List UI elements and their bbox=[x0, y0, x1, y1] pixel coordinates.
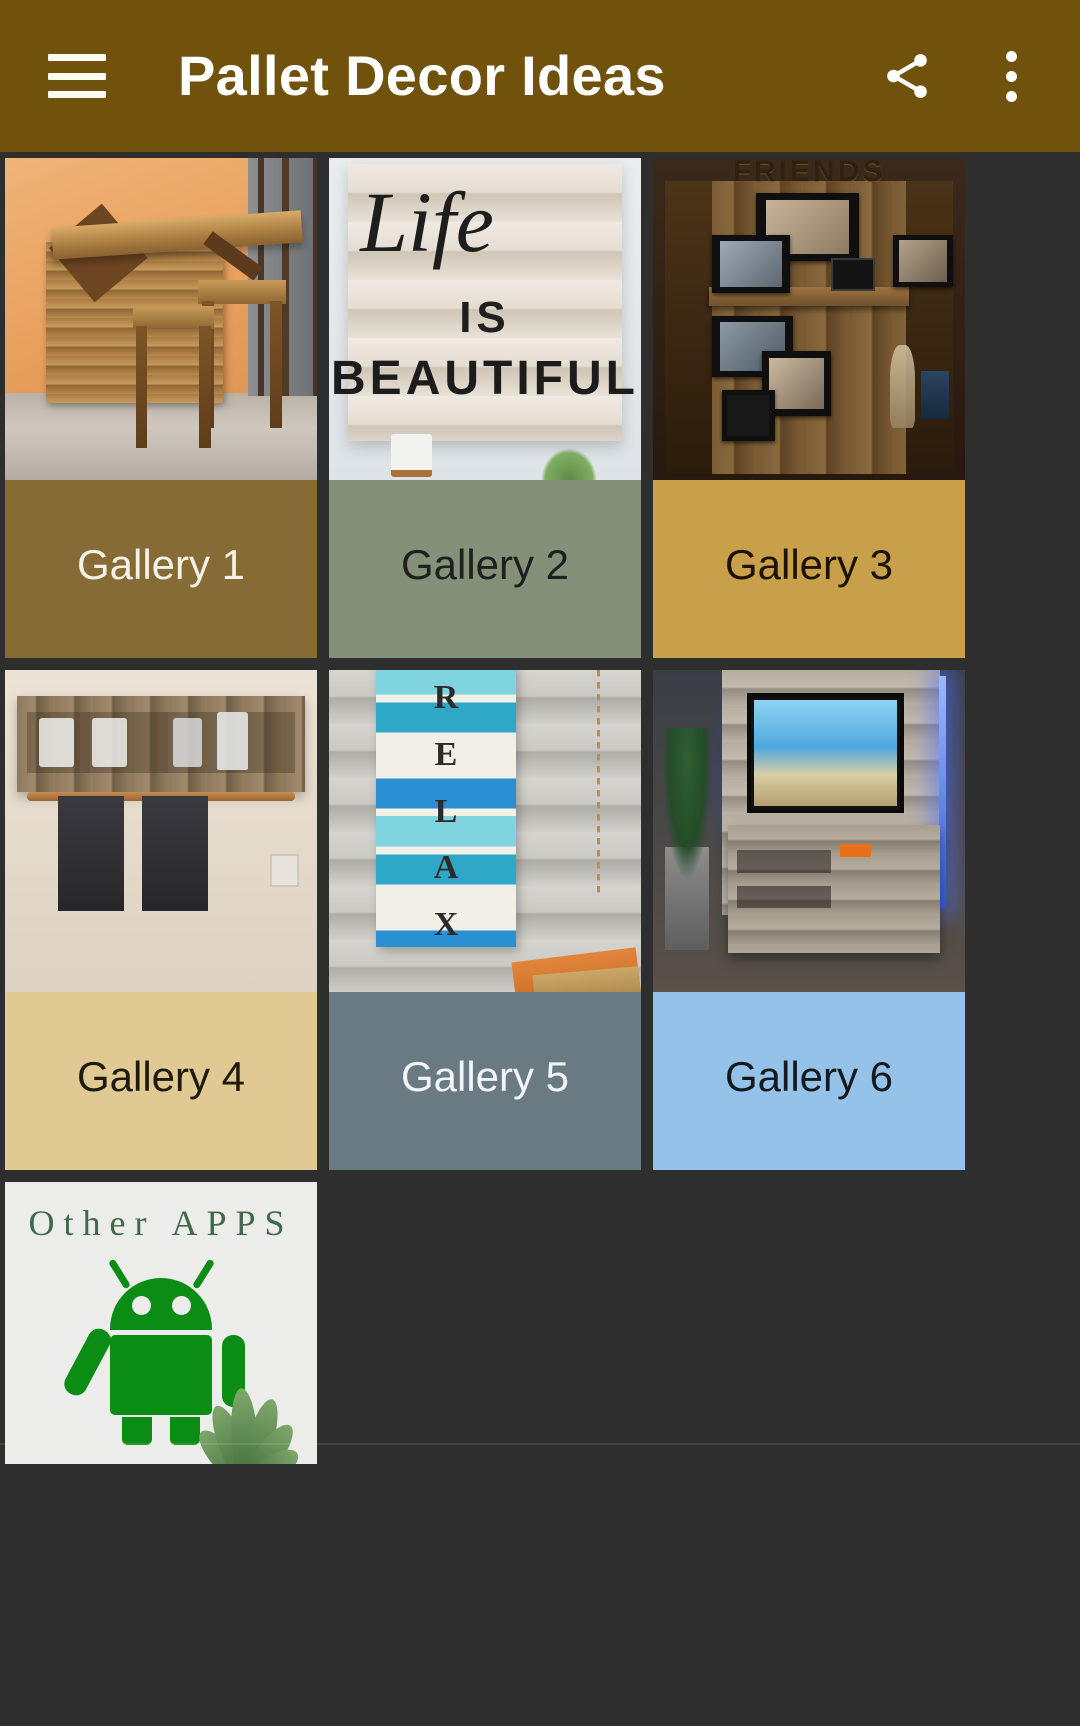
gallery-thumbnail-1 bbox=[5, 158, 317, 480]
relax-letter-e: E bbox=[434, 736, 458, 773]
relax-letter-a: A bbox=[433, 849, 459, 887]
hamburger-line-3 bbox=[48, 91, 106, 98]
gallery-caption-4: Gallery 4 bbox=[5, 992, 317, 1170]
relax-letter-x: X bbox=[433, 906, 459, 944]
gallery-caption-2: Gallery 2 bbox=[329, 480, 641, 658]
sign-text-is: IS bbox=[459, 293, 511, 343]
hamburger-line-1 bbox=[48, 54, 106, 61]
gallery-thumbnail-2: Life IS BEAUTIFUL bbox=[329, 158, 641, 480]
overflow-dot-2 bbox=[1005, 70, 1017, 82]
relax-letter-r: R bbox=[433, 679, 459, 717]
hamburger-menu-icon[interactable] bbox=[48, 54, 106, 98]
sign-text-beautiful: BEAUTIFUL bbox=[331, 352, 639, 406]
share-icon[interactable] bbox=[868, 37, 946, 115]
gallery-caption-6: Gallery 6 bbox=[653, 992, 965, 1170]
app-bar-actions bbox=[868, 37, 1050, 115]
content-bottom-divider bbox=[0, 1443, 1080, 1445]
gallery-grid: Gallery 1 Life IS BEAUTIFUL Gallery 2 FR… bbox=[0, 152, 1080, 1464]
other-apps-tile[interactable]: Other APPS bbox=[5, 1182, 317, 1464]
gallery-tile-4[interactable]: Gallery 4 bbox=[5, 670, 317, 1170]
more-vertical-icon[interactable] bbox=[972, 37, 1050, 115]
gallery-tile-3[interactable]: FRIENDS Gallery 3 bbox=[653, 158, 965, 658]
gallery-thumbnail-5: R E L A X bbox=[329, 670, 641, 992]
gallery-tile-1[interactable]: Gallery 1 bbox=[5, 158, 317, 658]
gallery-caption-3: Gallery 3 bbox=[653, 480, 965, 658]
gallery-caption-1: Gallery 1 bbox=[5, 480, 317, 658]
app-bar: Pallet Decor Ideas bbox=[0, 0, 1080, 152]
sign-text-friends: FRIENDS bbox=[732, 158, 886, 189]
relax-letter-l: L bbox=[434, 792, 458, 830]
gallery-tile-2[interactable]: Life IS BEAUTIFUL Gallery 2 bbox=[329, 158, 641, 658]
gallery-thumbnail-4 bbox=[5, 670, 317, 992]
gallery-caption-5: Gallery 5 bbox=[329, 992, 641, 1170]
sign-text-life: Life bbox=[360, 174, 494, 271]
gallery-thumbnail-3: FRIENDS bbox=[653, 158, 965, 480]
hamburger-line-2 bbox=[48, 72, 106, 80]
overflow-dot-1 bbox=[1005, 50, 1017, 62]
gallery-tile-6[interactable]: Gallery 6 bbox=[653, 670, 965, 1170]
succulent-plant-decoration bbox=[173, 1364, 317, 1464]
gallery-thumbnail-6 bbox=[653, 670, 965, 992]
sign-text-relax: R E L A X bbox=[376, 670, 516, 953]
gallery-tile-5[interactable]: R E L A X Gallery 5 bbox=[329, 670, 641, 1170]
other-apps-label: Other APPS bbox=[28, 1203, 294, 1243]
page-title: Pallet Decor Ideas bbox=[178, 44, 666, 107]
overflow-dot-3 bbox=[1005, 90, 1017, 102]
